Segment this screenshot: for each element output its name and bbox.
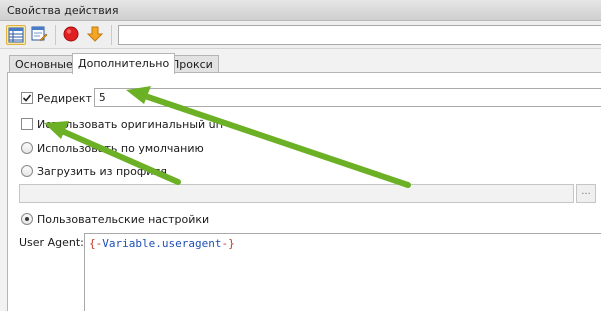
action-name-input[interactable] [118, 25, 601, 45]
down-arrow-icon [86, 26, 104, 42]
load-from-profile-radio[interactable] [21, 165, 33, 177]
user-agent-label: User Agent: [19, 236, 84, 249]
tab-strip: Основные Дополнительно Прокси [0, 53, 601, 74]
use-original-url-checkbox[interactable] [21, 118, 33, 130]
tab-main[interactable]: Основные [9, 55, 79, 73]
user-agent-textarea[interactable]: {-Variable.useragent-} [84, 233, 601, 311]
browse-profile-button[interactable]: ... [576, 184, 596, 203]
variable-brace-close: -} [221, 237, 235, 250]
use-original-url-label: Использовать оригинальный url [37, 118, 224, 131]
use-default-label: Использовать по умолчанию [37, 142, 204, 155]
use-default-radio[interactable] [21, 142, 33, 154]
tab-proxy-label: Прокси [171, 58, 213, 71]
window-title: Свойства действия [7, 4, 119, 17]
move-down-button[interactable] [86, 25, 106, 45]
redirect-count-input[interactable]: 5 [94, 88, 601, 107]
profile-path-input[interactable] [19, 184, 574, 203]
redirect-label: Редирект [37, 92, 92, 105]
variable-brace-open: {- [89, 237, 103, 250]
toolbar-separator [55, 25, 56, 45]
redirect-checkbox[interactable] [21, 92, 33, 104]
variable-name: Variable.useragent [102, 237, 222, 250]
custom-settings-radio[interactable] [21, 213, 33, 225]
stop-button[interactable] [62, 25, 82, 45]
tab-main-label: Основные [15, 58, 73, 71]
table-view-button[interactable] [6, 25, 26, 45]
toolbar-separator [111, 25, 112, 45]
table-view-icon [8, 27, 24, 43]
tab-advanced-label: Дополнительно [78, 57, 170, 70]
edit-script-icon [31, 26, 48, 42]
load-from-profile-label: Загрузить из профиля [37, 165, 168, 178]
window-title-bar: Свойства действия [0, 0, 601, 21]
tab-advanced[interactable]: Дополнительно [72, 53, 176, 74]
edit-script-button[interactable] [30, 25, 50, 45]
custom-settings-label: Пользовательские настройки [37, 213, 210, 226]
checkmark-icon [22, 94, 32, 102]
stop-icon [63, 26, 79, 42]
